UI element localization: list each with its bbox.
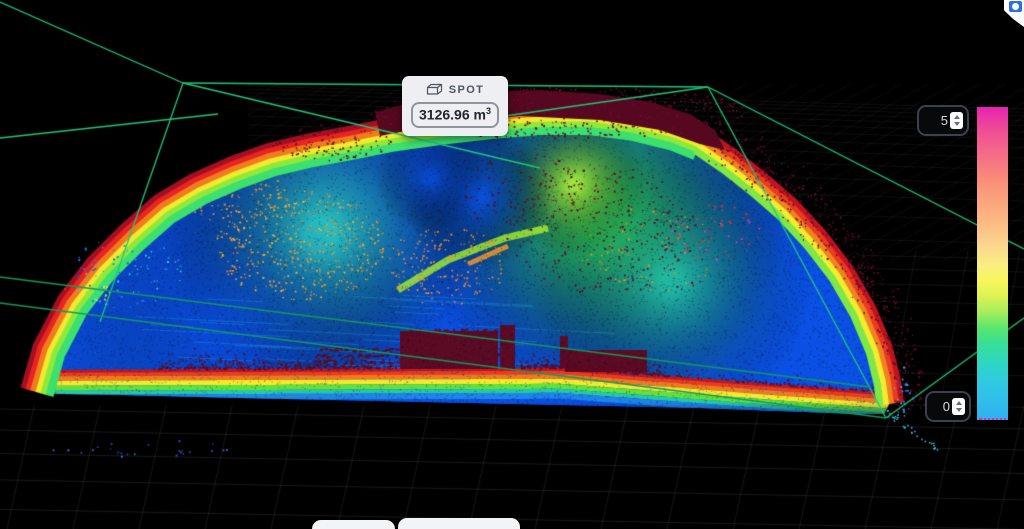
stepper-up-icon[interactable]: [954, 115, 960, 119]
stepper-down-icon[interactable]: [954, 122, 960, 126]
scale-min-stepper[interactable]: [952, 398, 965, 415]
scale-min-box: [925, 391, 971, 422]
blue-badge-icon: [1009, 1, 1022, 12]
tooltip-label: SPOT: [449, 84, 485, 96]
scale-min-input[interactable]: [934, 399, 950, 414]
tooltip-header: SPOT: [402, 83, 508, 96]
volume-value: 3126.96 m3: [411, 102, 499, 128]
stepper-up-icon[interactable]: [956, 401, 962, 405]
volume-measurement-tooltip: SPOT 3126.96 m3: [402, 76, 508, 136]
scale-max-input[interactable]: [932, 113, 948, 128]
scale-max-box: [917, 105, 969, 136]
bottom-toolbar-button-1[interactable]: [312, 520, 395, 529]
pointcloud-viewport: SPOT 3126.96 m3: [0, 0, 1024, 529]
cube-icon: [426, 83, 443, 96]
stepper-down-icon[interactable]: [956, 408, 962, 412]
scale-max-stepper[interactable]: [950, 112, 963, 129]
point-cloud-canvas[interactable]: [0, 0, 1024, 529]
clipped-corner-icon[interactable]: [1004, 0, 1024, 27]
elevation-colorbar: [977, 107, 1008, 420]
bottom-toolbar-button-2[interactable]: [398, 518, 520, 529]
